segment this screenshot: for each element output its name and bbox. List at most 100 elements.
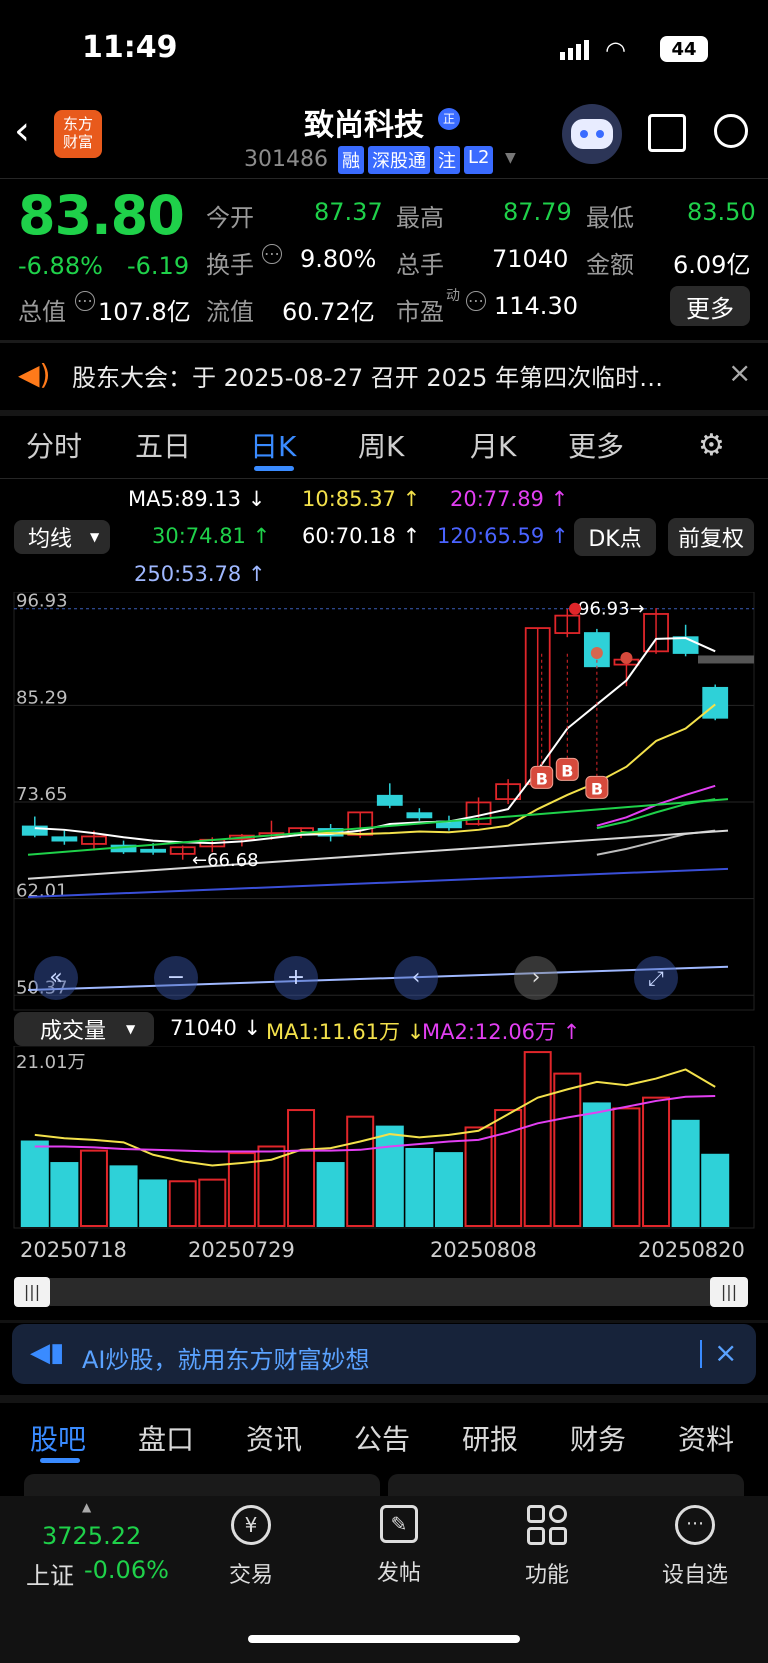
ma30-label: 30:74.81 ↑: [152, 524, 271, 548]
high-label: 最高: [396, 204, 444, 232]
tab-orderbook[interactable]: 盘口: [138, 1418, 194, 1458]
zoom-out-icon[interactable]: −: [154, 956, 198, 1000]
kline-chart[interactable]: 96.9385.2973.6562.0150.3796.93→←66.68B BB: [0, 592, 768, 1012]
low-annotation: ←66.68: [192, 850, 259, 871]
app-screen: 11:49 ◠ 44 ‹ 东方 财富 致尚科技 正 301486 融 深股通 注…: [0, 0, 768, 1663]
info-icon-2[interactable]: ⋯: [75, 291, 95, 311]
x-label-2: 20250729: [188, 1238, 295, 1262]
more-button[interactable]: 更多: [670, 286, 750, 326]
tab-news[interactable]: 资讯: [246, 1418, 302, 1458]
tab-daily-underline: [254, 466, 294, 471]
tag-connect: 深股通: [368, 146, 430, 174]
last-price: 83.80: [18, 184, 185, 247]
app-logo[interactable]: 东方 财富: [54, 110, 102, 158]
tab-forum[interactable]: 股吧: [30, 1418, 86, 1458]
robot-avatar[interactable]: [562, 104, 622, 164]
indicator-select[interactable]: 均线 ▼: [14, 520, 110, 554]
volume-indicator-select[interactable]: 成交量 ▼: [14, 1012, 154, 1046]
verified-icon: 正: [438, 108, 460, 130]
ma-line-10: [301, 703, 716, 835]
speaker-icon: ◀): [18, 358, 51, 391]
pe-label: 市盈: [396, 298, 444, 326]
tag-margin: 融: [338, 146, 364, 174]
tab-daily[interactable]: 日K: [250, 425, 296, 465]
low-label: 最低: [586, 204, 634, 232]
mktcap-label: 总值: [18, 298, 66, 326]
zoom-in-icon[interactable]: +: [274, 956, 318, 1000]
float-value: 60.72亿: [282, 298, 375, 326]
buy-signal-label: B: [561, 761, 573, 780]
tab-monthly[interactable]: 月K: [470, 425, 516, 465]
search-icon[interactable]: [714, 114, 748, 148]
volume-bar: [139, 1179, 168, 1227]
mktcap-value: 107.8亿: [98, 298, 191, 326]
ma-line-30: [596, 798, 716, 830]
ma-line-ma5: [34, 637, 716, 845]
vol-ma2: MA2:12.06万 ↑: [422, 1020, 581, 1044]
battery-icon: 44: [660, 36, 708, 62]
ad-text[interactable]: AI炒股，就用东方财富妙想: [82, 1340, 370, 1375]
ad-close-icon[interactable]: ×: [714, 1336, 737, 1369]
nav-post[interactable]: ✎ 发帖: [344, 1505, 454, 1587]
nav-trade[interactable]: ¥ 交易: [196, 1505, 306, 1589]
tab-5day[interactable]: 五日: [135, 425, 191, 465]
dk-points-button[interactable]: DK点: [574, 518, 656, 556]
tab-intraday[interactable]: 分时: [26, 425, 82, 465]
edit-icon: ✎: [380, 1505, 418, 1543]
next-icon[interactable]: ›: [514, 956, 558, 1000]
ma120-trend: [27, 867, 729, 899]
ma5-label: MA5:89.13 ↓: [128, 487, 266, 511]
x-label-1: 20250718: [20, 1238, 127, 1262]
volume-bar: [582, 1102, 611, 1227]
high-marker: [569, 602, 581, 615]
tab-weekly[interactable]: 周K: [358, 425, 404, 465]
fullscreen-icon[interactable]: ⤢: [634, 956, 678, 1000]
buy-signal-label: B: [591, 779, 603, 798]
tab-announcements[interactable]: 公告: [354, 1418, 410, 1458]
low-value: 83.50: [687, 198, 756, 226]
tab-more[interactable]: 更多: [568, 425, 624, 465]
ma30-trend: [27, 798, 729, 856]
y-tick-label: 73.65: [16, 784, 68, 805]
volume-bar: [642, 1096, 671, 1228]
tab-financials[interactable]: 财务: [570, 1418, 626, 1458]
nav-watchlist[interactable]: ⋯ 设自选: [640, 1505, 750, 1589]
info-icon[interactable]: ⋯: [262, 244, 282, 264]
range-handle-right[interactable]: |||: [710, 1277, 748, 1307]
volume-label: 总手: [396, 251, 444, 279]
ma60-label: 60:70.18 ↑: [302, 524, 421, 548]
nav-functions[interactable]: 功能: [492, 1505, 602, 1589]
share-icon[interactable]: [648, 114, 686, 152]
volume-chart[interactable]: 21.01万: [0, 1046, 768, 1230]
volume-bar: [287, 1109, 316, 1227]
rewind-icon[interactable]: «: [34, 956, 78, 1000]
index-value[interactable]: 3725.22: [42, 1522, 141, 1550]
volume-bar: [79, 1149, 108, 1227]
range-track: [14, 1278, 748, 1306]
prev-icon[interactable]: ‹: [394, 956, 438, 1000]
settings-icon[interactable]: ⚙: [698, 428, 725, 463]
close-icon[interactable]: ×: [728, 356, 751, 389]
pe-value: 114.30: [494, 292, 578, 320]
info-icon-3[interactable]: ⋯: [466, 291, 486, 311]
dropdown-arrow-icon[interactable]: ▼: [505, 150, 516, 166]
volume-bar: [523, 1051, 552, 1227]
y-tick-label: 96.93: [16, 592, 68, 612]
notice-text[interactable]: 股东大会：于 2025-08-27 召开 2025 年第四次临时…: [72, 358, 692, 393]
adjust-button[interactable]: 前复权: [668, 518, 754, 556]
tab-profile[interactable]: 资料: [678, 1418, 734, 1458]
volume-bar: [612, 1107, 641, 1227]
range-handle-left[interactable]: |||: [14, 1277, 50, 1307]
amount-value: 6.09亿: [673, 251, 751, 279]
battery-level: 44: [671, 38, 697, 60]
price-indicator: [698, 655, 754, 664]
ma-line-60: [596, 829, 716, 856]
back-button[interactable]: ‹: [14, 108, 30, 154]
high-annotation: 96.93→: [578, 599, 645, 620]
tab-research[interactable]: 研报: [462, 1418, 518, 1458]
volume-bar: [20, 1140, 49, 1227]
index-pct[interactable]: -0.06%: [84, 1556, 169, 1584]
index-name[interactable]: 上证: [26, 1556, 74, 1591]
ma20-label: 20:77.89 ↑: [450, 487, 569, 511]
ma120-label: 120:65.59 ↑: [437, 524, 569, 548]
